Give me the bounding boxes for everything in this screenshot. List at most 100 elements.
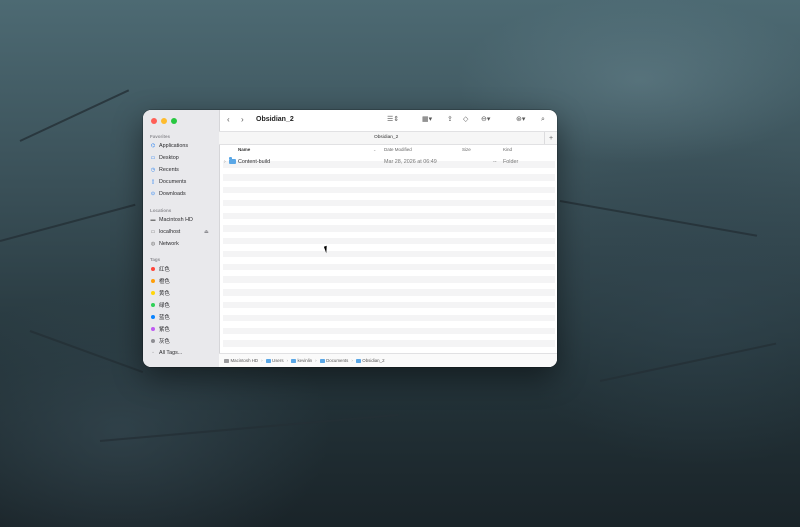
zoom-button[interactable] xyxy=(171,118,177,124)
green-tag-dot-icon xyxy=(151,303,155,307)
sidebar-item-label: 黄色 xyxy=(159,291,170,297)
column-date-modified[interactable]: Date Modified xyxy=(384,147,412,152)
sidebar-item-label: Desktop xyxy=(159,155,179,161)
path-item-kevinlin[interactable]: kevinlin xyxy=(290,358,313,363)
file-date: Mar 28, 2026 at 06:49 xyxy=(384,158,437,165)
globe-icon: ◍ xyxy=(150,241,156,247)
path-item-documents[interactable]: Documents xyxy=(319,358,349,363)
path-bar: Macintosh HD › Users › kevinlin › Docume… xyxy=(219,353,557,367)
tab-title[interactable]: Obsidian_2 xyxy=(374,135,398,140)
applications-icon: ⌬ xyxy=(150,143,156,149)
share-icon[interactable]: ⇪ xyxy=(447,115,453,125)
window-title: Obsidian_2 xyxy=(256,116,294,123)
gray-tag-dot-icon xyxy=(151,339,155,343)
tags-icon: ◦ xyxy=(152,350,154,356)
sidebar-item-applications[interactable]: ⌬ Applications xyxy=(150,141,188,151)
sidebar-item-recents[interactable]: ◷ Recents xyxy=(150,165,179,175)
sidebar-item-localhost[interactable]: ▭ localhost xyxy=(150,227,181,237)
sidebar-tag-yellow[interactable]: 黄色 xyxy=(150,288,170,298)
path-label: kevinlin xyxy=(297,358,313,363)
window-controls xyxy=(151,118,177,124)
orange-tag-dot-icon xyxy=(151,279,155,283)
new-tab-button[interactable]: + xyxy=(544,132,557,144)
sidebar-item-macintosh-hd[interactable]: ▬ Macintosh HD xyxy=(150,215,193,225)
sidebar-item-label: Applications xyxy=(159,143,189,149)
favorites-header: Favorites xyxy=(150,134,171,139)
search-icon[interactable]: ⌕ xyxy=(541,115,545,125)
sidebar-all-tags[interactable]: ◦ All Tags... xyxy=(150,348,182,358)
sidebar-item-label: localhost xyxy=(159,229,181,235)
hard-drive-icon xyxy=(224,358,229,363)
clock-icon: ◷ xyxy=(150,167,156,173)
sidebar-tag-green[interactable]: 绿色 xyxy=(150,300,170,310)
path-item-users[interactable]: Users xyxy=(265,358,284,363)
path-item-obsidian-2[interactable]: Obsidian_2 xyxy=(355,358,385,363)
tab-bar: Obsidian_2 + xyxy=(219,131,557,145)
sidebar-tag-orange[interactable]: 橙色 xyxy=(150,276,170,286)
sidebar-item-label: Macintosh HD xyxy=(159,217,193,223)
sidebar-item-label: 绿色 xyxy=(159,303,170,309)
path-separator-icon: › xyxy=(315,358,317,363)
eject-icon[interactable]: ⏏ xyxy=(204,229,209,235)
file-kind: Folder xyxy=(503,158,519,165)
sync-status-button[interactable]: ⊛▾ xyxy=(516,115,525,125)
column-name[interactable]: Name xyxy=(238,147,250,152)
path-label: Users xyxy=(272,358,284,363)
sidebar-item-desktop[interactable]: ▭ Desktop xyxy=(150,153,179,163)
sidebar-item-label: 紫色 xyxy=(159,327,170,333)
view-options-button[interactable]: ☰⇕ xyxy=(387,115,399,125)
group-button[interactable]: ▦▾ xyxy=(422,115,432,125)
path-separator-icon: › xyxy=(351,358,353,363)
locations-header: Locations xyxy=(150,208,172,213)
sidebar-item-documents[interactable]: ▯ Documents xyxy=(150,177,187,187)
document-icon: ▯ xyxy=(151,179,155,185)
table-row[interactable]: › Content-build Mar 28, 2026 at 06:49 --… xyxy=(219,156,557,167)
file-name: Content-build xyxy=(238,158,271,165)
column-header: Name ⌄ Date Modified Size Kind xyxy=(219,144,557,154)
tag-icon[interactable]: ◇ xyxy=(463,115,468,125)
download-icon: ⊙ xyxy=(150,191,156,197)
sidebar-item-label: 灰色 xyxy=(159,339,170,345)
sidebar-item-label: Recents xyxy=(159,167,179,173)
more-actions-button[interactable]: ⊖▾ xyxy=(481,115,490,125)
column-size[interactable]: Size xyxy=(462,147,471,152)
purple-tag-dot-icon xyxy=(151,327,155,331)
back-button[interactable]: ‹ xyxy=(227,115,230,125)
sidebar-item-label: 红色 xyxy=(159,267,170,273)
column-kind[interactable]: Kind xyxy=(503,147,512,152)
path-label: Macintosh HD xyxy=(230,358,259,363)
tags-header: Tags xyxy=(150,257,161,262)
sidebar-item-label: Downloads xyxy=(159,191,186,197)
sidebar-item-label: 蓝色 xyxy=(159,315,170,321)
hard-drive-icon: ▬ xyxy=(150,217,156,223)
sidebar: Favorites ⌬ Applications ▭ Desktop ◷ Rec… xyxy=(143,110,220,367)
folder-icon xyxy=(229,157,236,164)
sidebar-item-label: 橙色 xyxy=(159,279,170,285)
sidebar-item-network[interactable]: ◍ Network xyxy=(150,239,179,249)
sidebar-tag-blue[interactable]: 蓝色 xyxy=(150,312,170,322)
close-button[interactable] xyxy=(151,118,157,124)
path-separator-icon: › xyxy=(261,358,263,363)
sidebar-tag-gray[interactable]: 灰色 xyxy=(150,336,170,346)
sidebar-tag-purple[interactable]: 紫色 xyxy=(150,324,170,334)
folder-icon xyxy=(290,358,296,363)
disclosure-triangle-icon[interactable]: › xyxy=(224,159,226,165)
toolbar: ‹ › Obsidian_2 ☰⇕ ▦▾ ⇪ ◇ ⊖▾ ⊛▾ ⌕ xyxy=(219,110,557,131)
folder-icon xyxy=(265,358,271,363)
blue-tag-dot-icon xyxy=(151,315,155,319)
folder-icon xyxy=(319,358,325,363)
sidebar-item-downloads[interactable]: ⊙ Downloads xyxy=(150,189,186,199)
folder-icon xyxy=(355,358,361,363)
yellow-tag-dot-icon xyxy=(151,291,155,295)
forward-button[interactable]: › xyxy=(241,115,244,125)
sidebar-item-label: Network xyxy=(159,241,179,247)
sort-chevron-icon: ⌄ xyxy=(373,146,377,152)
red-tag-dot-icon xyxy=(151,267,155,271)
display-icon: ▭ xyxy=(150,229,156,235)
path-label: Documents xyxy=(326,358,349,363)
path-item-macintosh-hd[interactable]: Macintosh HD xyxy=(224,358,258,363)
desktop-icon: ▭ xyxy=(150,155,156,161)
sidebar-tag-red[interactable]: 红色 xyxy=(150,264,170,274)
file-list-background xyxy=(223,155,555,353)
minimize-button[interactable] xyxy=(161,118,167,124)
